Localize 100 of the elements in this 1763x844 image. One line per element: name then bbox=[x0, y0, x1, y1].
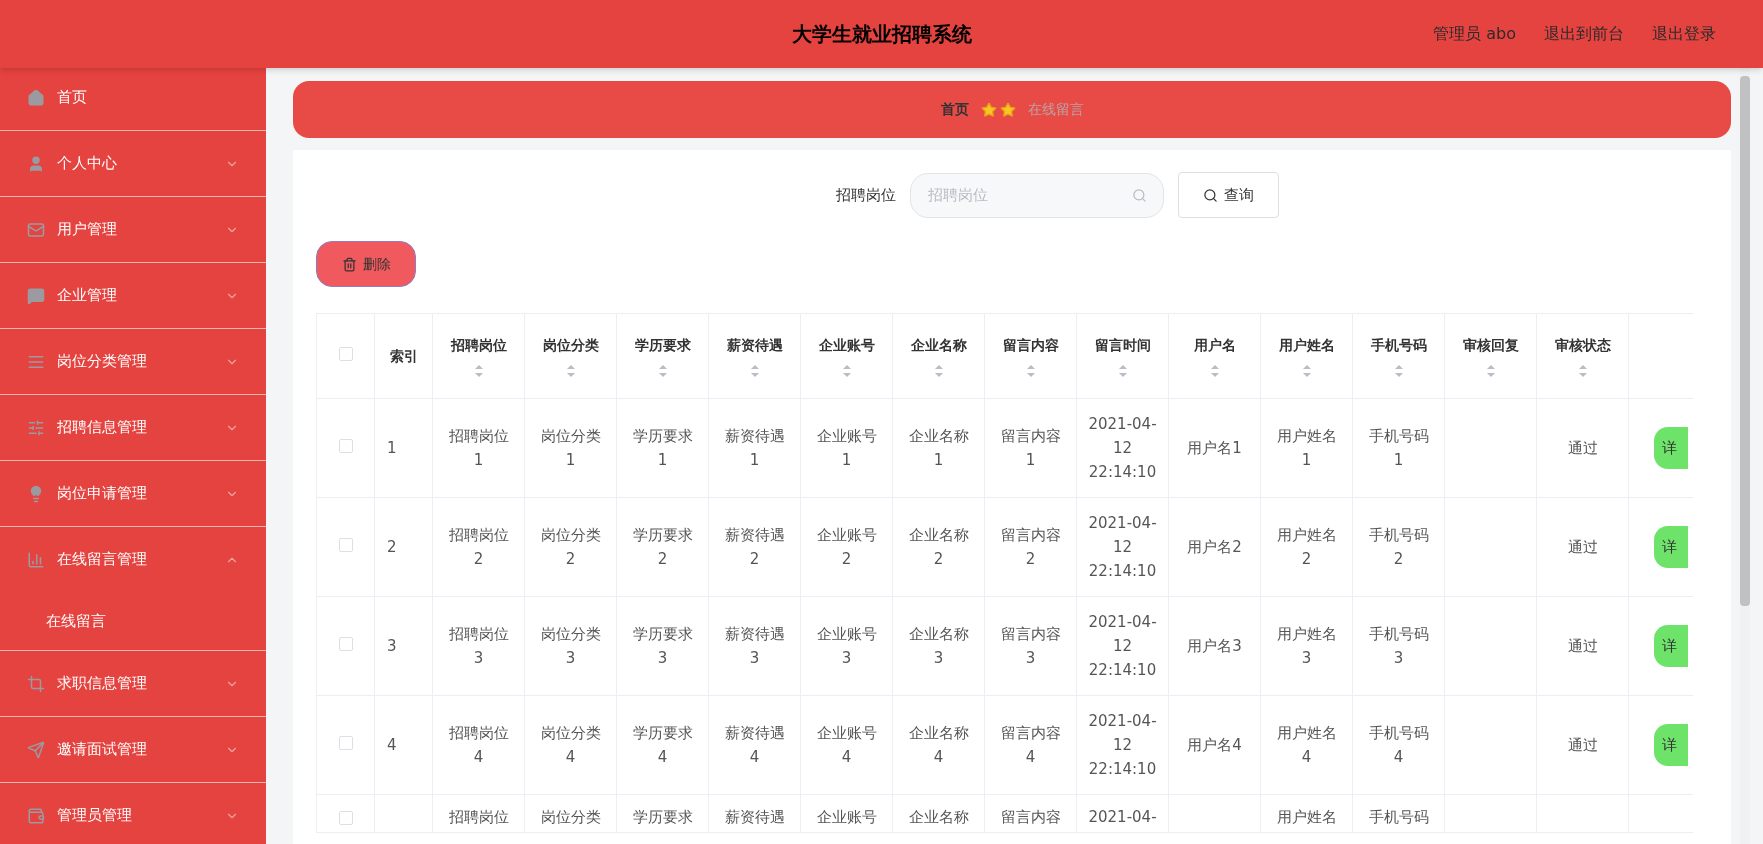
checkbox[interactable] bbox=[338, 636, 353, 651]
column-header: 留言内容 bbox=[1001, 335, 1060, 355]
checkbox[interactable] bbox=[338, 537, 353, 552]
table-cell: 用户名4 bbox=[1187, 736, 1242, 754]
sidebar-item[interactable]: 企业管理 bbox=[0, 263, 266, 328]
checkbox[interactable] bbox=[338, 811, 353, 825]
table-cell: 薪资待遇2 bbox=[724, 526, 785, 568]
detail-button[interactable]: 详 bbox=[1654, 724, 1688, 766]
query-button[interactable]: 查询 bbox=[1177, 172, 1279, 218]
sort-icon[interactable] bbox=[1485, 363, 1496, 378]
breadcrumb-home[interactable]: 首页 bbox=[940, 99, 969, 120]
sort-icon[interactable] bbox=[749, 363, 760, 378]
table-cell: 企业账号4 bbox=[816, 724, 877, 766]
delete-button[interactable]: 删除 bbox=[316, 241, 416, 287]
table-cell: 学历要求2 bbox=[632, 526, 693, 568]
table-cell: 手机号码3 bbox=[1368, 625, 1429, 667]
column-header: 用户姓名 bbox=[1277, 335, 1336, 355]
table-cell: 招聘岗位4 bbox=[448, 724, 509, 766]
wallet-icon bbox=[27, 806, 45, 825]
table-cell: 用户姓名3 bbox=[1276, 625, 1337, 667]
header-link[interactable]: 管理员 abo bbox=[1433, 22, 1516, 46]
table-cell: 企业名称2 bbox=[908, 526, 969, 568]
bar-chart-icon bbox=[27, 550, 45, 569]
column-header: 审核状态 bbox=[1553, 335, 1612, 355]
table-cell: 企业账号1 bbox=[816, 427, 877, 469]
table-cell: 留言内容3 bbox=[1000, 625, 1061, 667]
crop-icon bbox=[27, 674, 45, 693]
sort-icon[interactable] bbox=[1577, 363, 1588, 378]
detail-button[interactable]: 详 bbox=[1654, 526, 1688, 568]
sidebar-item[interactable]: 在线留言管理 bbox=[0, 527, 266, 592]
table-cell: 2021-04-12 22:14:10 bbox=[1088, 712, 1157, 778]
search-icon bbox=[1131, 187, 1147, 203]
header-link[interactable]: 退出登录 bbox=[1652, 22, 1716, 46]
table-cell: 企业名称3 bbox=[908, 625, 969, 667]
star-icon bbox=[999, 101, 1016, 118]
table-cell: 企业名称4 bbox=[908, 724, 969, 766]
table-cell: 学历要求3 bbox=[632, 625, 693, 667]
sidebar-item[interactable]: 个人中心 bbox=[0, 131, 266, 196]
table-cell: 1 bbox=[387, 439, 397, 457]
detail-button[interactable]: 详 bbox=[1654, 625, 1688, 667]
sidebar-item[interactable]: 管理员管理 bbox=[0, 783, 266, 844]
table-cell: 岗位分类4 bbox=[540, 724, 601, 766]
column-header: 企业名称 bbox=[909, 335, 968, 355]
sidebar-item[interactable]: 招聘信息管理 bbox=[0, 395, 266, 460]
sidebar-item[interactable]: 首页 bbox=[0, 65, 266, 130]
breadcrumb-current: 在线留言 bbox=[1027, 100, 1084, 119]
sidebar-item[interactable]: 求职信息管理 bbox=[0, 651, 266, 716]
checkbox[interactable] bbox=[338, 438, 353, 453]
search-field[interactable]: 招聘岗位 bbox=[909, 172, 1164, 218]
table-cell: 岗位分类 bbox=[540, 808, 601, 826]
sort-icon[interactable] bbox=[657, 363, 668, 378]
table-cell: 通过 bbox=[1567, 637, 1598, 655]
table-cell: 留言内容 bbox=[1000, 808, 1061, 826]
detail-button[interactable]: 详 bbox=[1654, 427, 1688, 469]
table-cell: 岗位分类3 bbox=[540, 625, 601, 667]
table-cell: 留言内容2 bbox=[1000, 526, 1061, 568]
table-cell: 招聘岗位1 bbox=[448, 427, 509, 469]
sort-icon[interactable] bbox=[1025, 363, 1036, 378]
sort-icon[interactable] bbox=[841, 363, 852, 378]
paper-plane-icon bbox=[27, 740, 45, 759]
sort-icon[interactable] bbox=[1301, 363, 1312, 378]
search-icon bbox=[1202, 187, 1218, 203]
column-header: 用户名 bbox=[1192, 335, 1237, 355]
sort-icon[interactable] bbox=[565, 363, 576, 378]
table-cell: 企业名称 bbox=[908, 808, 969, 826]
sidebar-item[interactable]: 岗位申请管理 bbox=[0, 461, 266, 526]
sidebar-subitem[interactable]: 在线留言 bbox=[0, 592, 266, 650]
table-cell: 手机号码1 bbox=[1368, 427, 1429, 469]
table-cell: 手机号码4 bbox=[1368, 724, 1429, 766]
table-cell: 用户姓名4 bbox=[1276, 724, 1337, 766]
sort-icon[interactable] bbox=[473, 363, 484, 378]
sort-icon[interactable] bbox=[1117, 363, 1128, 378]
header-link[interactable]: 退出到前台 bbox=[1544, 22, 1624, 46]
checkbox[interactable] bbox=[338, 735, 353, 750]
table-cell: 用户姓名2 bbox=[1276, 526, 1337, 568]
table-cell: 岗位分类1 bbox=[540, 427, 601, 469]
table-cell: 用户姓名1 bbox=[1276, 427, 1337, 469]
column-header: 索引 bbox=[388, 346, 419, 366]
table-cell: 用户名2 bbox=[1187, 538, 1242, 556]
column-header: 招聘岗位 bbox=[449, 335, 508, 355]
user-icon bbox=[27, 154, 45, 173]
sidebar-item[interactable]: 邀请面试管理 bbox=[0, 717, 266, 782]
table-cell: 通过 bbox=[1567, 439, 1598, 457]
envelope-icon bbox=[27, 220, 45, 239]
scrollbar[interactable] bbox=[1740, 68, 1750, 844]
sidebar-item[interactable]: 用户管理 bbox=[0, 197, 266, 262]
table-cell: 2021-04- bbox=[1088, 808, 1157, 826]
table-cell: 4 bbox=[387, 736, 397, 754]
sort-icon[interactable] bbox=[933, 363, 944, 378]
table-cell: 留言内容4 bbox=[1000, 724, 1061, 766]
table-cell: 手机号码 bbox=[1368, 808, 1429, 826]
table-cell: 薪资待遇4 bbox=[724, 724, 785, 766]
sort-icon[interactable] bbox=[1393, 363, 1404, 378]
table-cell: 通过 bbox=[1567, 736, 1598, 754]
column-header: 手机号码 bbox=[1369, 335, 1428, 355]
sort-icon[interactable] bbox=[1209, 363, 1220, 378]
checkbox[interactable] bbox=[338, 346, 353, 361]
sidebar-item[interactable]: 岗位分类管理 bbox=[0, 329, 266, 394]
table-cell: 薪资待遇3 bbox=[724, 625, 785, 667]
star-icon bbox=[980, 101, 997, 118]
